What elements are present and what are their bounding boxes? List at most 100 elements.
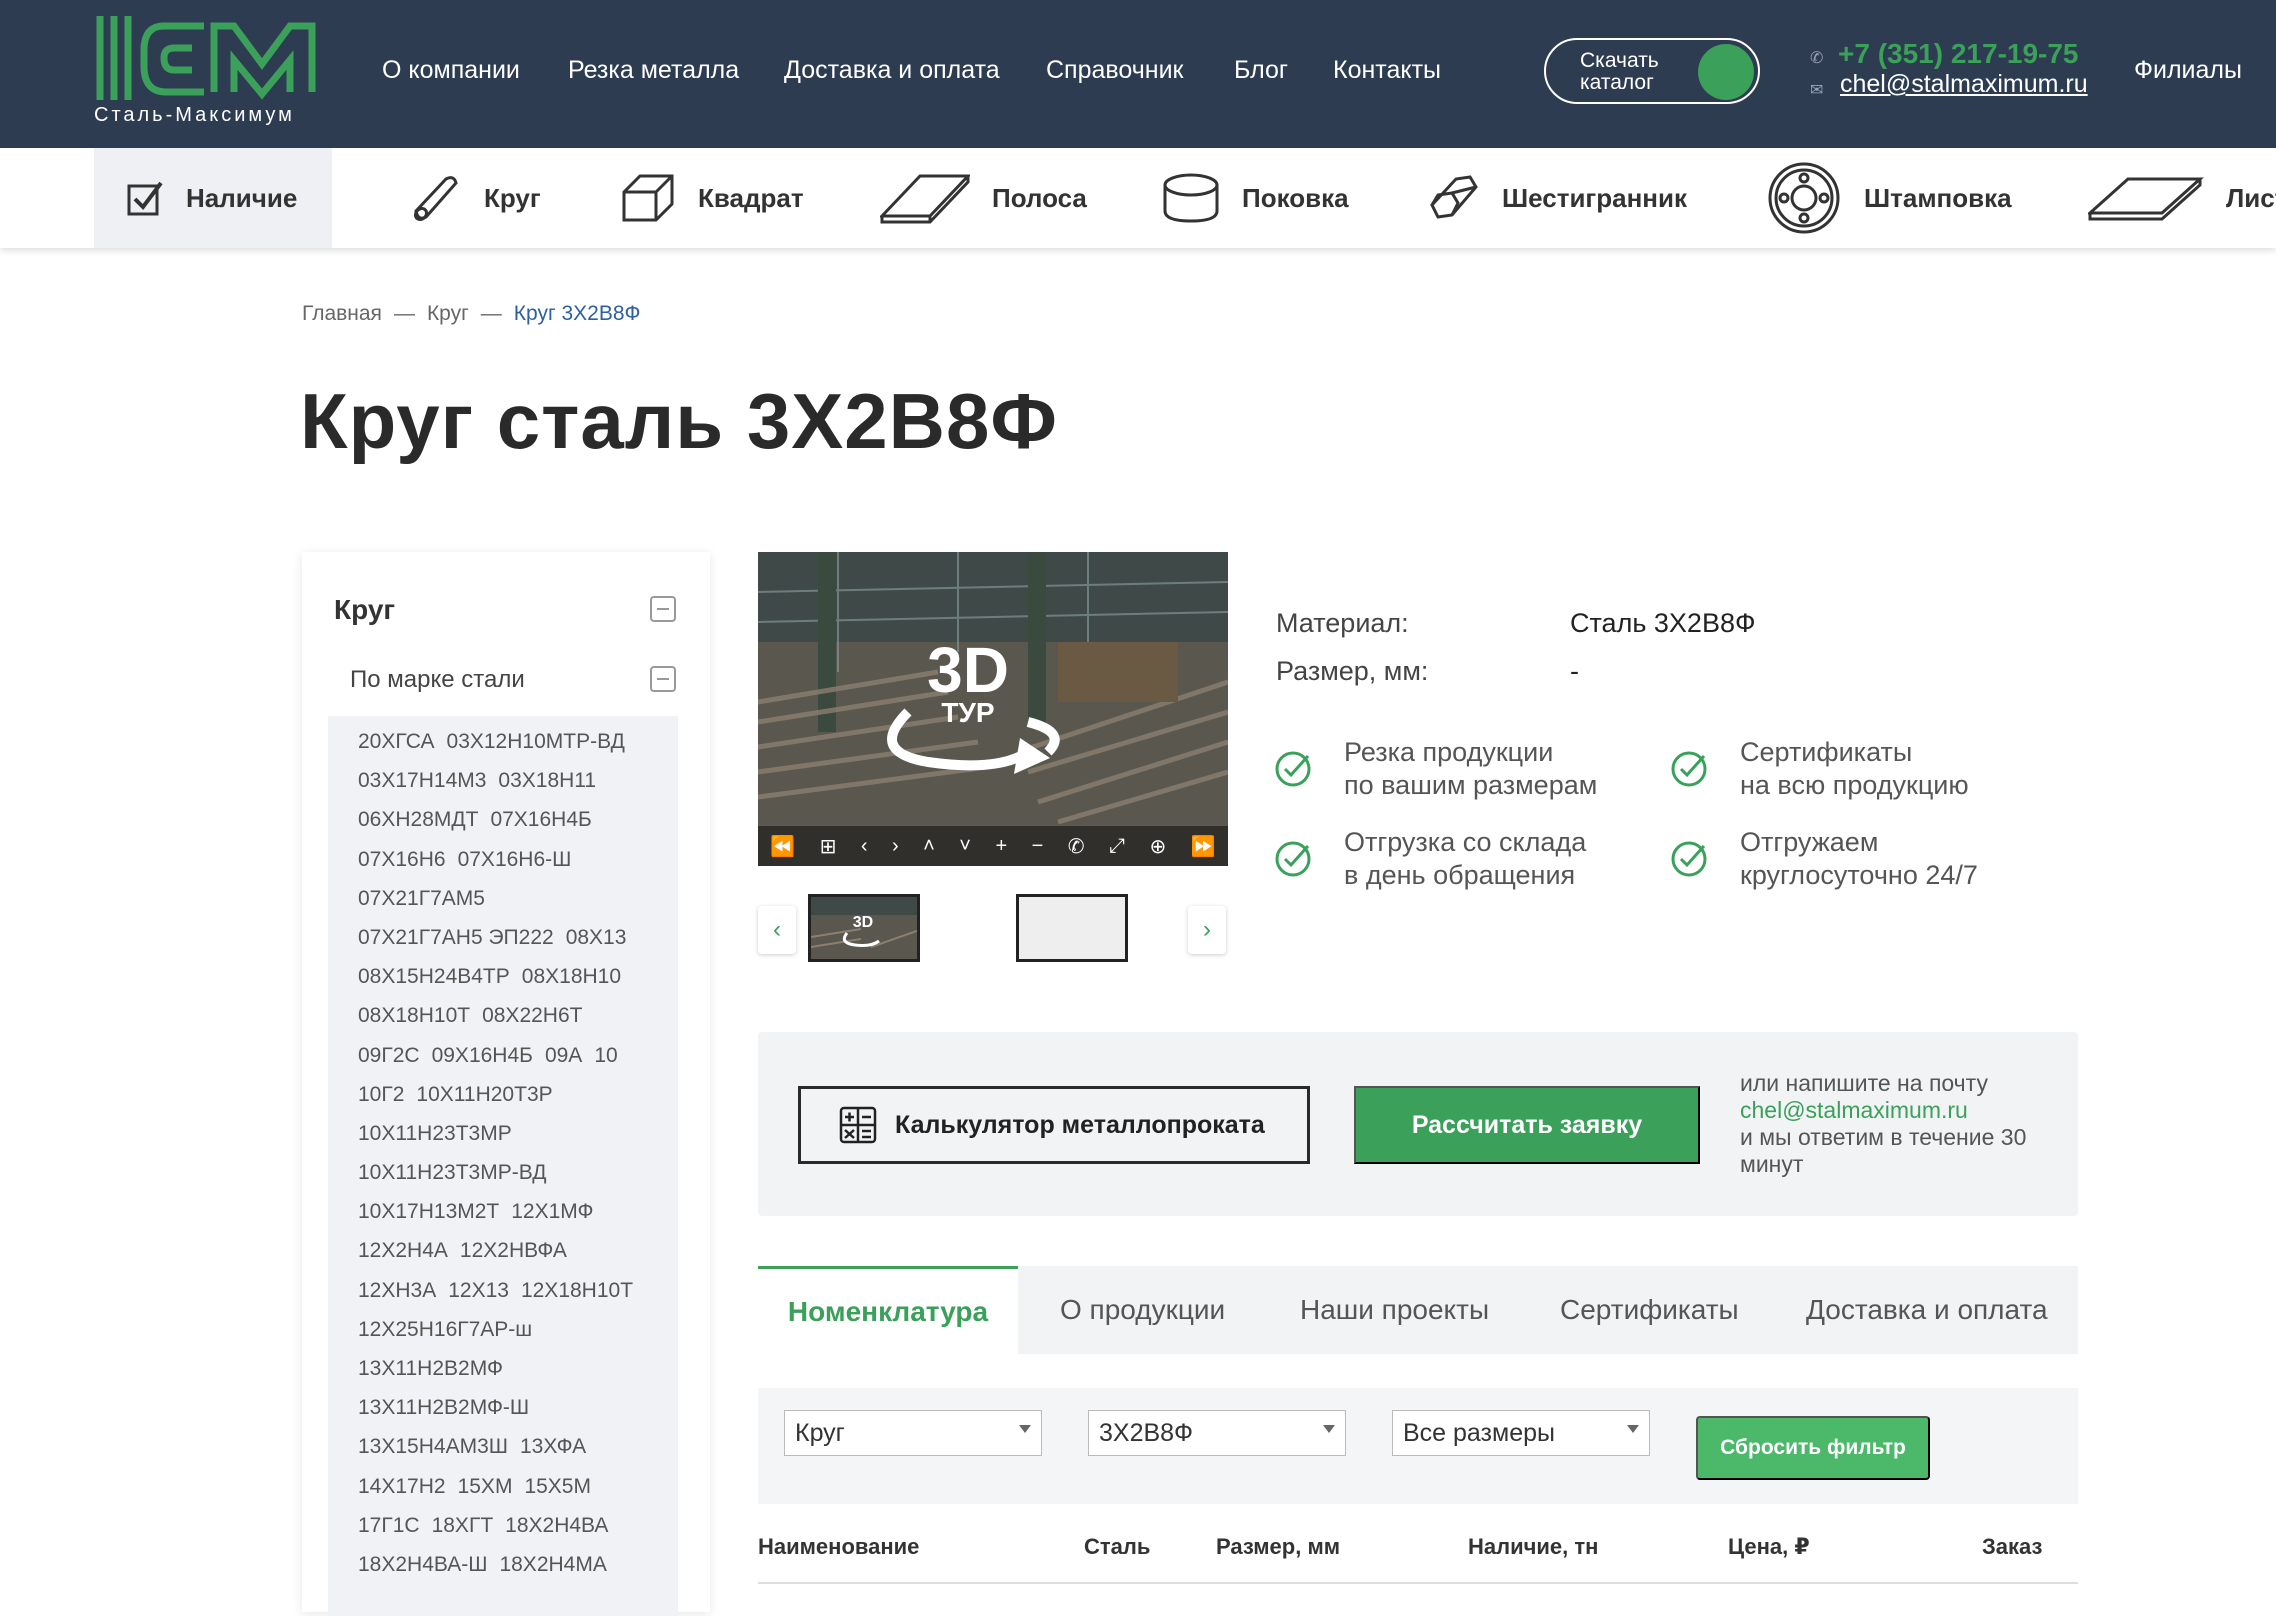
grade-link[interactable]: 07Х16Н6-Ш	[458, 848, 572, 871]
category-stamping[interactable]: Штамповка	[1766, 148, 2012, 248]
grade-link[interactable]: 12Х2НВФА	[460, 1239, 567, 1262]
category-forging[interactable]: Поковка	[1162, 148, 1349, 248]
zoom-out-icon[interactable]: −	[1032, 835, 1044, 858]
grade-link[interactable]: 10Х11Н23Т3МР-ВД	[358, 1161, 546, 1184]
chevron-right-icon[interactable]: ›	[892, 835, 899, 858]
email-note-link[interactable]: chel@stalmaximum.ru	[1740, 1097, 1968, 1123]
grade-link[interactable]: 12ХН3А	[358, 1279, 436, 1302]
tab-delivery[interactable]: Доставка и оплата	[1806, 1266, 2048, 1354]
nav-reference[interactable]: Справочник	[1046, 56, 1184, 85]
breadcrumb-round[interactable]: Круг	[427, 302, 469, 325]
collapse-icon[interactable]	[650, 666, 676, 692]
type-select[interactable]: Круг	[784, 1410, 1042, 1456]
grade-link[interactable]: 07Х16Н4Б	[490, 808, 591, 831]
grade-link[interactable]: 09Х16Н4Б	[432, 1044, 533, 1067]
chevron-up-icon[interactable]: ˄	[923, 835, 935, 858]
grade-link[interactable]: 09А	[545, 1044, 582, 1067]
download-icon[interactable]: ⊕	[1149, 834, 1166, 859]
nav-branches[interactable]: Филиалы	[2134, 56, 2242, 85]
category-in-stock[interactable]: Наличие	[94, 148, 332, 248]
grade-link[interactable]: 10	[594, 1044, 617, 1067]
rewind-icon[interactable]: ⏪	[770, 834, 795, 859]
grade-link[interactable]: 15Х5М	[524, 1475, 591, 1498]
grade-link[interactable]: 08Х15Н24В4ТР	[358, 965, 510, 988]
grade-link[interactable]: 13Х11Н2В2МФ	[358, 1357, 503, 1380]
sidebar-subtitle[interactable]: По марке стали	[350, 666, 525, 694]
grade-link[interactable]: 08Х18Н10Т	[358, 1004, 470, 1027]
gallery-thumbnail-empty[interactable]	[1016, 894, 1128, 962]
gallery-next-button[interactable]: ›	[1188, 906, 1226, 954]
column-header-price[interactable]: Цена, ₽	[1728, 1534, 1810, 1560]
nav-blog[interactable]: Блог	[1234, 56, 1288, 85]
phone-link[interactable]: +7 (351) 217-19-75	[1838, 38, 2079, 70]
grade-link[interactable]: 12Х13	[448, 1279, 509, 1302]
grade-link[interactable]: 07Х21Г7АН5 ЭП222	[358, 926, 554, 949]
grade-link[interactable]: 12Х25Н16Г7АР-ш	[358, 1318, 532, 1341]
grade-link[interactable]: 08Х13	[566, 926, 627, 949]
grade-link[interactable]: 17Г1С	[358, 1514, 420, 1537]
grade-select[interactable]: 3Х2В8Ф	[1088, 1410, 1346, 1456]
fast-forward-icon[interactable]: ⏩	[1191, 834, 1216, 859]
product-3d-tour-viewer[interactable]: 3D ТУР ⏪ ⊞ ‹ › ˄ ˅ + − ✆ ⤢ ⊕ ⏩	[758, 552, 1228, 866]
grade-link[interactable]: 18Х2Н4ВА	[505, 1514, 608, 1537]
phone-icon[interactable]: ✆	[1068, 834, 1085, 859]
column-header-name[interactable]: Наименование	[758, 1534, 919, 1560]
logo[interactable]: Сталь-Максимум	[94, 14, 330, 126]
grade-link[interactable]: 06ХН28МДТ	[358, 808, 478, 831]
column-header-stock[interactable]: Наличие, тн	[1468, 1534, 1598, 1560]
collapse-icon[interactable]	[650, 596, 676, 622]
category-sheet[interactable]: Лист	[2088, 148, 2276, 248]
calculator-button[interactable]: Калькулятор металлопроката	[798, 1086, 1310, 1164]
calculate-request-button[interactable]: Рассчитать заявку	[1354, 1086, 1700, 1164]
grade-link[interactable]: 03Х17Н14М3	[358, 769, 486, 792]
chevron-down-icon[interactable]: ˅	[959, 835, 971, 858]
tab-about-product[interactable]: О продукции	[1060, 1266, 1225, 1354]
gallery-prev-button[interactable]: ‹	[758, 906, 796, 954]
nav-delivery[interactable]: Доставка и оплата	[784, 56, 1000, 85]
nav-cutting[interactable]: Резка металла	[568, 56, 739, 85]
grade-link[interactable]: 15ХМ	[458, 1475, 513, 1498]
grade-link[interactable]: 20ХГСА	[358, 730, 435, 753]
gallery-thumbnail[interactable]: 3D	[808, 894, 920, 962]
grade-link[interactable]: 08Х18Н10	[522, 965, 621, 988]
grade-link[interactable]: 12Х2Н4А	[358, 1239, 448, 1262]
grade-link[interactable]: 07Х16Н6	[358, 848, 446, 871]
grade-link[interactable]: 13Х15Н4АМ3Ш	[358, 1435, 508, 1458]
category-round[interactable]: Круг	[408, 148, 541, 248]
grade-link[interactable]: 10Г2	[358, 1083, 404, 1106]
grade-link[interactable]: 18ХГТ	[432, 1514, 494, 1537]
grade-link[interactable]: 12Х18Н10Т	[521, 1279, 633, 1302]
grade-link[interactable]: 12Х1МФ	[511, 1200, 593, 1223]
reset-filter-button[interactable]: Сбросить фильтр	[1696, 1416, 1930, 1480]
download-catalog-button[interactable]: Скачать каталог	[1544, 38, 1760, 104]
grade-link[interactable]: 18Х2Н4ВА-Ш	[358, 1553, 487, 1576]
grade-link[interactable]: 10Х17Н13М2Т	[358, 1200, 499, 1223]
tab-certificates[interactable]: Сертификаты	[1560, 1266, 1739, 1354]
grade-link[interactable]: 10Х11Н23Т3МР	[358, 1122, 512, 1145]
fullscreen-icon[interactable]: ⤢	[1109, 835, 1125, 858]
column-header-steel[interactable]: Сталь	[1084, 1534, 1150, 1560]
grade-link[interactable]: 03Х12Н10МТР-ВД	[447, 730, 625, 753]
grade-link[interactable]: 07Х21Г7АМ5	[358, 887, 485, 910]
column-header-size[interactable]: Размер, мм	[1216, 1534, 1340, 1560]
size-select[interactable]: Все размеры	[1392, 1410, 1650, 1456]
grade-link[interactable]: 03Х18Н11	[498, 769, 596, 792]
grade-link[interactable]: 10Х11Н20Т3Р	[416, 1083, 552, 1106]
grade-link[interactable]: 09Г2С	[358, 1044, 420, 1067]
nav-about[interactable]: О компании	[382, 56, 520, 85]
grade-link[interactable]: 14Х17Н2	[358, 1475, 446, 1498]
tab-nomenclature[interactable]: Номенклатура	[758, 1266, 1018, 1354]
grade-link[interactable]: 13Х11Н2В2МФ-Ш	[358, 1396, 529, 1419]
category-hexagon[interactable]: Шестигранник	[1426, 148, 1687, 248]
category-strip[interactable]: Полоса	[880, 148, 1087, 248]
grade-link[interactable]: 18Х2Н4МА	[499, 1553, 606, 1576]
chevron-left-icon[interactable]: ‹	[861, 835, 868, 858]
breadcrumb-home[interactable]: Главная	[302, 302, 382, 325]
zoom-in-icon[interactable]: +	[995, 835, 1007, 858]
tab-projects[interactable]: Наши проекты	[1300, 1266, 1489, 1354]
category-square[interactable]: Квадрат	[620, 148, 804, 248]
email-link[interactable]: chel@stalmaximum.ru	[1840, 70, 2088, 99]
nav-contacts[interactable]: Контакты	[1333, 56, 1441, 85]
grade-link[interactable]: 13ХФА	[520, 1435, 586, 1458]
grade-link[interactable]: 08Х22Н6Т	[482, 1004, 582, 1027]
